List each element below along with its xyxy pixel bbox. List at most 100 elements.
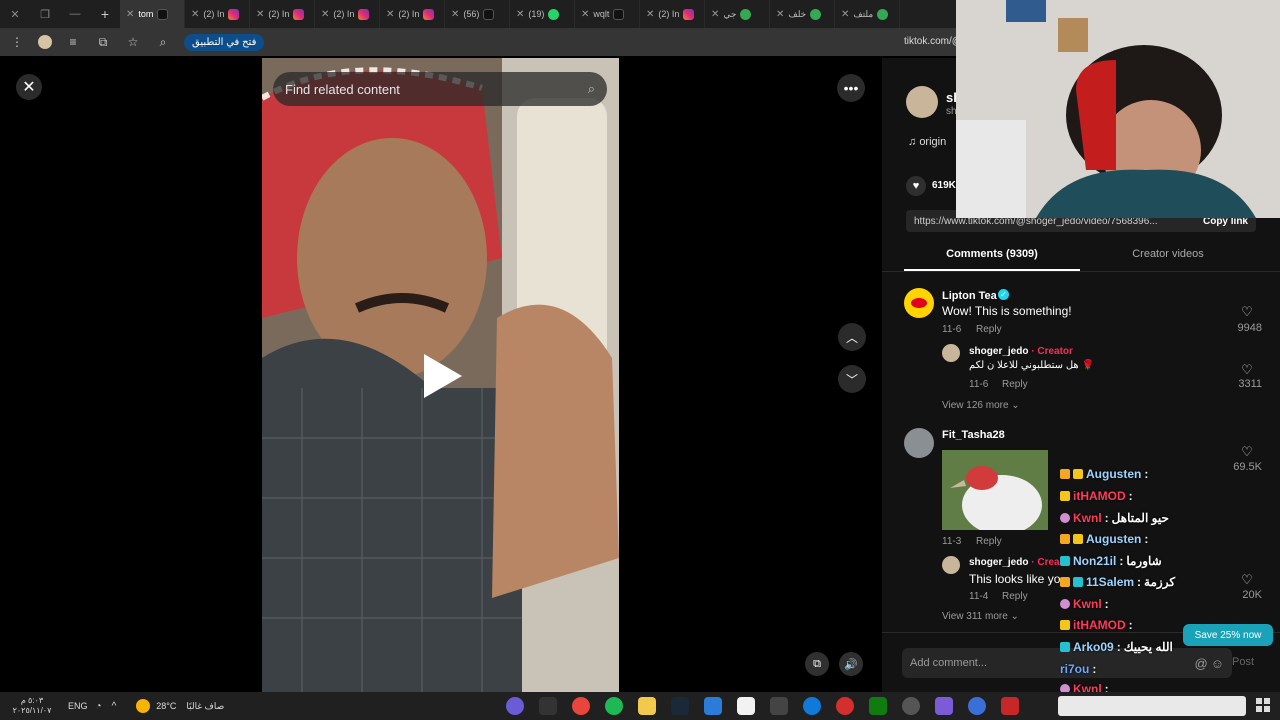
close-tab-icon[interactable]: ✕ [321,9,329,20]
reply-like-heart-icon[interactable]: ♡ [1239,572,1255,588]
comment-image[interactable] [942,450,1048,530]
close-tab-icon[interactable]: ✕ [451,9,459,20]
minimize-window-icon[interactable]: — [60,0,90,28]
close-window-icon[interactable]: ✕ [0,0,30,28]
reply-text: هل ستطلبوني للاعلا ن لكم 🌹 [969,360,1094,371]
store-icon[interactable] [737,697,755,715]
volume-button[interactable]: 🔊 [839,652,863,676]
taskbar-app-icon[interactable] [935,697,953,715]
steam-icon[interactable] [671,697,689,715]
sound-row[interactable]: ♫ origin [908,136,946,148]
reply-author[interactable]: shoger_jedo · Creator [969,346,1073,357]
close-tab-icon[interactable]: ✕ [776,9,784,20]
close-tab-icon[interactable]: ✕ [516,9,524,20]
browser-tab[interactable]: ✕ (2) In [185,0,250,28]
reply-button[interactable]: Reply [976,324,1002,335]
taskbar-app-icon[interactable] [1001,697,1019,715]
address-url[interactable]: tiktok.com/@ [904,36,962,47]
video-player[interactable] [262,58,619,692]
bookmark-star-icon[interactable]: ☆ [124,35,142,49]
more-options-button[interactable]: ••• [837,74,865,102]
taskbar-app-icon[interactable] [770,697,788,715]
commenter-avatar[interactable] [904,288,934,318]
reply-avatar[interactable] [942,344,960,362]
zoom-icon[interactable]: ⌕ [154,35,172,50]
chevron-up-icon[interactable]: ^ [112,701,117,712]
next-video-button[interactable]: ﹀ [838,365,866,393]
reply-author[interactable]: shoger_jedo · Crea [969,557,1060,568]
close-tab-icon[interactable]: ✕ [581,9,589,20]
search-icon[interactable]: ⌕ [588,81,595,97]
weather-temp[interactable]: 28°C [156,701,176,711]
wifi-icon[interactable]: ◔ [96,701,102,712]
comment-like-heart-icon[interactable]: ♡ [1239,304,1255,320]
tab-creator-videos[interactable]: Creator videos [1080,248,1256,260]
profile-avatar[interactable] [38,35,52,49]
emoji-icon[interactable]: ☺ [1211,656,1224,671]
xbox-icon[interactable] [869,697,887,715]
author-avatar[interactable] [906,86,938,118]
browser-tab[interactable]: ✕ (56) [445,0,510,28]
reply-avatar[interactable] [942,556,960,574]
browser-tab[interactable]: ✕ ملتف [835,0,900,28]
comment-like-heart-icon[interactable]: ♡ [1239,444,1255,460]
extensions-icon[interactable]: ⧉ [94,35,112,50]
save-offer-button[interactable]: Save 25% now [1183,624,1273,646]
edge-icon[interactable] [803,697,821,715]
taskbar-app-icon[interactable] [704,697,722,715]
close-tab-icon[interactable]: ✕ [256,9,264,20]
taskbar-app-icon[interactable] [968,697,986,715]
music-note-icon: ♫ [908,136,917,148]
browser-tab[interactable]: ✕ (2) In [640,0,705,28]
commenter-name[interactable]: Lipton Tea [942,290,997,302]
post-button[interactable]: Post [1232,656,1254,668]
file-explorer-icon[interactable] [638,697,656,715]
mention-icon[interactable]: @ [1194,656,1207,671]
close-tab-icon[interactable]: ✕ [191,9,199,20]
view-more-replies[interactable]: View 311 more ⌄ [942,611,1019,622]
taskbar-search-box[interactable] [1058,696,1246,716]
browser-tab[interactable]: ✕ جي [705,0,770,28]
language-indicator[interactable]: ENG [68,701,88,711]
play-icon[interactable] [424,354,462,398]
reply-reply-button[interactable]: Reply [1002,379,1028,390]
browser-tab[interactable]: ✕ (2) In [250,0,315,28]
find-related-search[interactable]: Find related content ⌕ [273,72,607,106]
close-tab-icon[interactable]: ✕ [841,9,849,20]
browser-tab[interactable]: ✕ (19) [510,0,575,28]
reply-reply-button[interactable]: Reply [1002,591,1028,602]
reply-button[interactable]: Reply [976,536,1002,547]
tab-comments[interactable]: Comments (9309) [904,248,1080,260]
pip-button[interactable]: ⧉ [805,652,829,676]
view-more-replies[interactable]: View 126 more ⌄ [942,400,1020,411]
taskbar-app-icon[interactable] [506,697,524,715]
taskbar-app-icon[interactable] [539,697,557,715]
commenter-avatar[interactable] [904,428,934,458]
browser-tab[interactable]: ✕ خلف [770,0,835,28]
spotify-icon[interactable] [605,697,623,715]
close-tab-icon[interactable]: ✕ [711,9,719,20]
close-tab-icon[interactable]: ✕ [126,9,134,20]
browser-tab[interactable]: ✕ tom [120,0,185,28]
new-tab-icon[interactable]: + [90,0,120,28]
restore-window-icon[interactable]: ❐ [30,0,60,28]
tab-label: (2) In [333,9,355,19]
reply-like-heart-icon[interactable]: ♡ [1239,362,1255,378]
taskbar-clock[interactable]: ٥:٠٣ م ٢٠٢٥/١١/٠٧ [0,696,60,716]
browser-tab[interactable]: ✕ (2) In [380,0,445,28]
browser-tab[interactable]: ✕ (2) In [315,0,380,28]
menu-dots-icon[interactable]: ⋮ [8,35,26,49]
taskbar-app-icon[interactable] [836,697,854,715]
reading-mode-icon[interactable]: ≡ [64,35,82,49]
chrome-icon[interactable] [572,697,590,715]
browser-tab[interactable]: ✕ wqlt [575,0,640,28]
previous-video-button[interactable]: ︿ [838,323,866,351]
like-button[interactable]: ♥ [906,176,926,196]
settings-icon[interactable] [902,697,920,715]
start-icon[interactable] [1256,698,1270,712]
close-video-button[interactable]: ✕ [16,74,42,100]
close-tab-icon[interactable]: ✕ [386,9,394,20]
close-tab-icon[interactable]: ✕ [646,9,654,20]
open-in-app-button[interactable]: فتح في التطبيق [184,33,265,51]
commenter-name[interactable]: Fit_Tasha28 [942,429,1005,441]
